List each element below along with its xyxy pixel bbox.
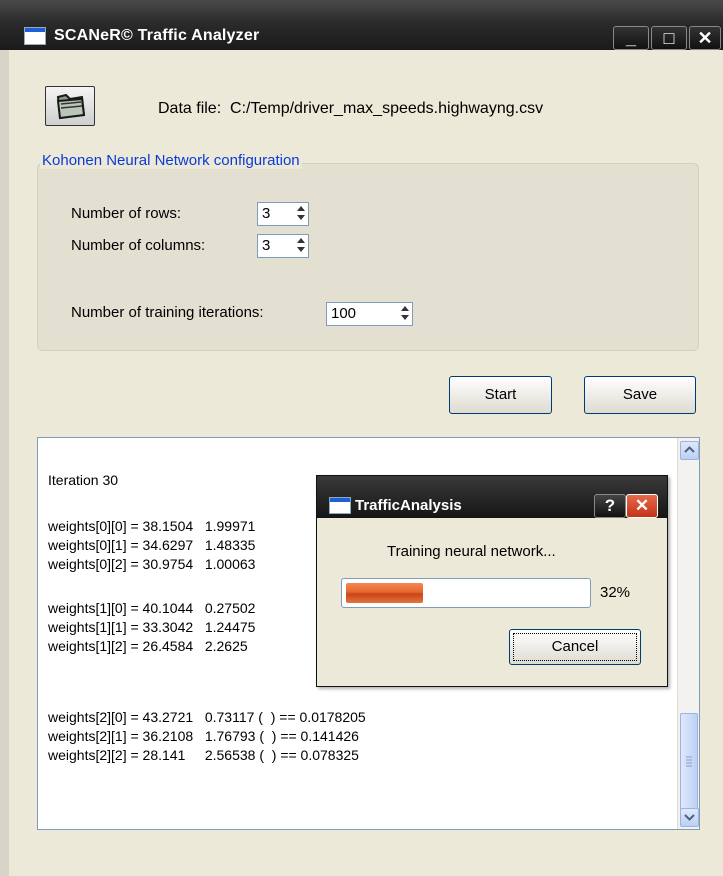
dialog-app-icon: [329, 497, 351, 514]
data-file-text: Data file: C:/Temp/driver_max_speeds.hig…: [158, 100, 543, 118]
data-file-path: C:/Temp/driver_max_speeds.highwayng.csv: [230, 100, 544, 117]
iterations-value: 100: [331, 305, 357, 322]
log-line: weights[0][0] = 38.1504 1.99971: [48, 518, 256, 534]
dialog-title-bar[interactable]: TrafficAnalysis ? ✕: [317, 476, 667, 518]
title-bar[interactable]: SCANeR© Traffic Analyzer _ □ ✕: [0, 0, 723, 50]
log-line: weights[1][1] = 33.3042 1.24475: [48, 619, 256, 635]
chevron-up-icon: [684, 446, 695, 453]
columns-label: Number of columns:: [71, 237, 206, 254]
maximize-button[interactable]: □: [651, 26, 687, 50]
spin-arrows-icon[interactable]: [295, 236, 307, 254]
save-button[interactable]: Save: [584, 376, 696, 414]
rows-spinbox[interactable]: 3: [257, 202, 309, 226]
log-line: weights[0][1] = 34.6297 1.48335: [48, 537, 256, 553]
log-line: weights[2][1] = 36.2108 1.76793 ( ) == 0…: [48, 728, 359, 744]
scroll-down-button[interactable]: [680, 808, 699, 827]
dialog-message: Training neural network...: [387, 543, 556, 560]
chevron-down-icon: [684, 814, 695, 821]
iterations-spinbox[interactable]: 100: [326, 302, 413, 326]
progress-percent: 32%: [600, 584, 631, 601]
scroll-up-button[interactable]: [680, 441, 699, 460]
log-line: weights[2][0] = 43.2721 0.73117 ( ) == 0…: [48, 709, 366, 725]
open-file-button[interactable]: [45, 86, 95, 126]
spin-arrows-icon[interactable]: [399, 304, 411, 322]
window-title: SCANeR© Traffic Analyzer: [54, 27, 260, 44]
cancel-button[interactable]: Cancel: [509, 629, 641, 665]
log-line: weights[1][0] = 40.1044 0.27502: [48, 600, 256, 616]
window-border: [0, 50, 9, 876]
grip-icon: [686, 756, 692, 767]
progress-bar: [341, 578, 591, 608]
log-line: weights[1][2] = 26.4584 2.2625: [48, 638, 248, 654]
close-button[interactable]: ✕: [689, 26, 721, 50]
spin-arrows-icon[interactable]: [295, 204, 307, 222]
progress-fill: [346, 583, 423, 603]
folder-icon: [56, 93, 86, 120]
group-title: Kohonen Neural Network configuration: [40, 152, 302, 169]
log-line: weights[2][2] = 28.141 2.56538 ( ) == 0.…: [48, 747, 359, 763]
help-button[interactable]: ?: [594, 494, 626, 518]
columns-spinbox[interactable]: 3: [257, 234, 309, 258]
log-line: weights[0][2] = 30.9754 1.00063: [48, 556, 256, 572]
main-window: SCANeR© Traffic Analyzer _ □ ✕ Data file…: [0, 0, 723, 876]
scrollbar-thumb[interactable]: [680, 713, 698, 810]
vertical-scrollbar[interactable]: [677, 438, 699, 829]
data-file-label: Data file:: [158, 100, 222, 117]
rows-value: 3: [262, 205, 271, 222]
app-icon: [24, 27, 46, 45]
progress-dialog: TrafficAnalysis ? ✕ Training neural netw…: [316, 475, 668, 687]
columns-value: 3: [262, 237, 271, 254]
iterations-label: Number of training iterations:: [71, 304, 264, 321]
log-heading: Iteration 30: [48, 472, 119, 488]
dialog-title: TrafficAnalysis: [355, 497, 462, 514]
rows-label: Number of rows:: [71, 205, 182, 222]
dialog-close-button[interactable]: ✕: [626, 494, 658, 518]
start-button[interactable]: Start: [449, 376, 552, 414]
minimize-button[interactable]: _: [613, 26, 649, 50]
